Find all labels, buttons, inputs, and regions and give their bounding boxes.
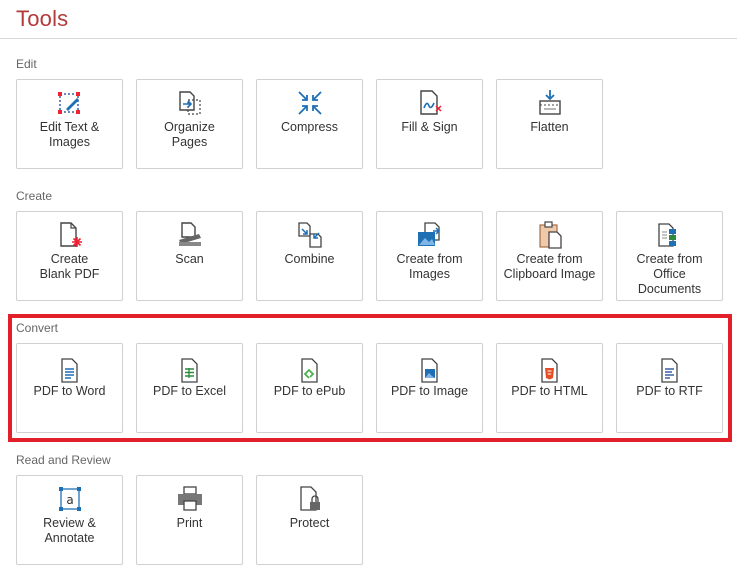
tool-flatten[interactable]: Flatten bbox=[496, 79, 603, 169]
tool-label: Create from Images bbox=[396, 252, 463, 281]
tool-label: Protect bbox=[289, 516, 330, 530]
tool-label: Create from Clipboard Image bbox=[503, 252, 596, 281]
tool-organize-pages[interactable]: Organize Pages bbox=[136, 79, 243, 169]
tool-create-blank-pdf[interactable]: Create Blank PDF bbox=[16, 211, 123, 301]
tool-label: Create Blank PDF bbox=[39, 252, 100, 281]
tool-label: Fill & Sign bbox=[401, 120, 458, 134]
tool-label: Flatten bbox=[530, 120, 569, 134]
edit-text-images-icon bbox=[58, 92, 80, 114]
page-title: Tools bbox=[16, 6, 69, 31]
section-label-create: Create bbox=[16, 189, 53, 203]
scan-icon bbox=[179, 222, 201, 246]
tool-create-from-images[interactable]: Create from Images bbox=[376, 211, 483, 301]
tool-create-from-office[interactable]: Create from Office Documents bbox=[616, 211, 723, 301]
create-from-clipboard-icon bbox=[539, 221, 562, 249]
tool-review-annotate[interactable]: a Review & Annotate bbox=[16, 475, 123, 565]
tool-edit-text-images[interactable]: Edit Text & Images bbox=[16, 79, 123, 169]
create-from-images-icon bbox=[418, 222, 441, 246]
flatten-icon bbox=[539, 90, 561, 115]
fill-sign-icon bbox=[420, 90, 442, 115]
title-divider bbox=[0, 38, 737, 39]
review-annotate-icon: a bbox=[59, 487, 81, 511]
tool-label: Review & Annotate bbox=[43, 516, 96, 545]
tool-label: Combine bbox=[284, 252, 335, 266]
tool-label: Edit Text & Images bbox=[39, 120, 100, 149]
tool-protect[interactable]: Protect bbox=[256, 475, 363, 565]
compress-icon bbox=[298, 91, 322, 115]
tool-label: Create from Office Documents bbox=[636, 252, 703, 296]
combine-icon bbox=[298, 222, 322, 248]
section-label-edit: Edit bbox=[16, 57, 37, 71]
protect-icon bbox=[300, 486, 320, 511]
tool-scan[interactable]: Scan bbox=[136, 211, 243, 301]
tool-combine[interactable]: Combine bbox=[256, 211, 363, 301]
tool-label: Scan bbox=[175, 252, 204, 266]
tool-compress[interactable]: Compress bbox=[256, 79, 363, 169]
tool-label: Print bbox=[176, 516, 203, 530]
section-label-review: Read and Review bbox=[16, 453, 111, 467]
tool-fill-sign[interactable]: Fill & Sign bbox=[376, 79, 483, 169]
create-blank-pdf-icon bbox=[60, 222, 82, 247]
convert-section-highlight bbox=[8, 314, 732, 442]
svg-text:a: a bbox=[66, 493, 73, 507]
tool-create-from-clipboard[interactable]: Create from Clipboard Image bbox=[496, 211, 603, 301]
tool-label: Compress bbox=[281, 120, 338, 134]
create-from-office-icon bbox=[658, 223, 676, 247]
organize-pages-icon bbox=[179, 91, 201, 115]
tool-print[interactable]: Print bbox=[136, 475, 243, 565]
print-icon bbox=[178, 486, 202, 511]
tool-label: Organize Pages bbox=[164, 120, 215, 149]
